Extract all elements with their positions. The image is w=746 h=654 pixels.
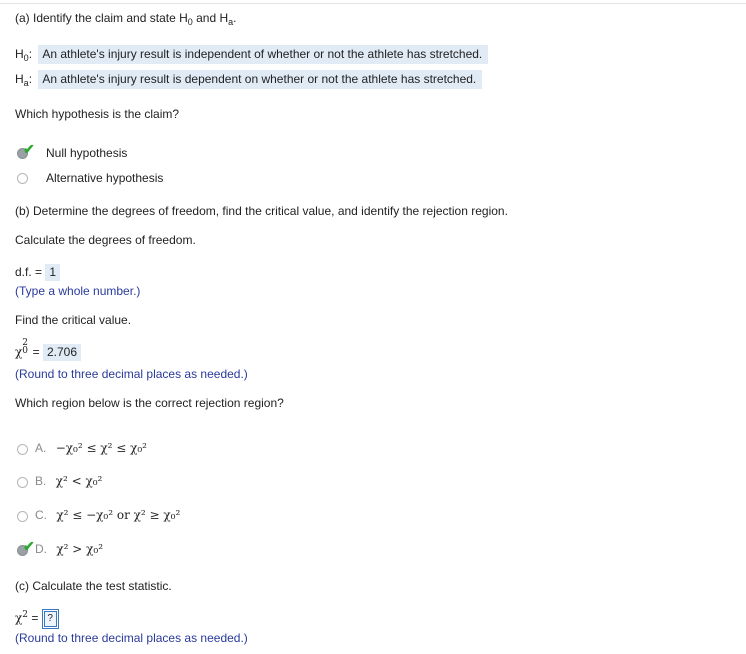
region-option-c[interactable]: C. χ² ≤ −χ₀² or χ² ≥ χ₀² xyxy=(35,508,180,522)
alternative-hypothesis-radio[interactable] xyxy=(17,173,28,184)
df-hint: (Type a whole number.) xyxy=(15,284,141,298)
null-hypothesis-answer: An athlete's injury result is independen… xyxy=(38,45,489,64)
region-option-a[interactable]: A. −χ₀² ≤ χ² ≤ χ₀² xyxy=(35,441,147,455)
part-c-heading: (c) Calculate the test statistic. xyxy=(15,579,172,593)
region-option-b[interactable]: B. χ² < χ₀² xyxy=(35,474,102,488)
region-expr-a: −χ₀² ≤ χ² ≤ χ₀² xyxy=(55,441,147,455)
alt-hypothesis-answer: An athlete's injury result is dependent … xyxy=(38,70,483,89)
test-stat-placeholder[interactable]: ? xyxy=(43,611,57,627)
null-hypothesis-row: H0: An athlete's injury result is indepe… xyxy=(15,45,489,64)
part-a-heading: (a) Identify the claim and state H0 and … xyxy=(15,11,237,27)
region-prompt: Which region below is the correct reject… xyxy=(15,396,284,410)
claim-question: Which hypothesis is the claim? xyxy=(15,107,180,121)
region-expr-b: χ² < χ₀² xyxy=(55,474,103,488)
top-divider xyxy=(0,3,746,4)
df-answer: 1 xyxy=(45,264,61,281)
region-expr-d: χ² > χ₀² xyxy=(56,542,104,556)
region-radio-b[interactable] xyxy=(17,477,28,488)
part-b-heading: (b) Determine the degrees of freedom, fi… xyxy=(15,204,508,218)
cv-answer: 2.706 xyxy=(42,344,81,361)
check-icon: ✔ xyxy=(23,538,35,554)
cv-row: χ20 = 2.706 xyxy=(15,338,81,361)
region-radio-a[interactable] xyxy=(17,444,28,455)
cv-hint: (Round to three decimal places as needed… xyxy=(15,367,248,381)
chi-square-critical-symbol: χ20 xyxy=(15,338,29,359)
region-option-d[interactable]: D. χ² > χ₀² xyxy=(35,542,103,556)
df-prompt: Calculate the degrees of freedom. xyxy=(15,233,196,247)
chi-square-symbol: χ2 xyxy=(15,610,29,626)
test-stat-input[interactable]: ? xyxy=(41,609,59,629)
test-stat-row: χ2 = ? xyxy=(15,609,59,629)
option-alternative-hypothesis[interactable]: Alternative hypothesis xyxy=(46,171,163,185)
region-expr-c: χ² ≤ −χ₀² or χ² ≥ χ₀² xyxy=(56,508,181,522)
test-stat-hint: (Round to three decimal places as needed… xyxy=(15,631,248,645)
alt-hypothesis-row: Ha: An athlete's injury result is depend… xyxy=(15,70,483,89)
cv-prompt: Find the critical value. xyxy=(15,313,132,327)
region-radio-c[interactable] xyxy=(17,511,28,522)
check-icon: ✔ xyxy=(23,141,35,157)
df-row: d.f. = 1 xyxy=(15,264,61,281)
option-null-hypothesis[interactable]: Null hypothesis xyxy=(46,146,127,160)
